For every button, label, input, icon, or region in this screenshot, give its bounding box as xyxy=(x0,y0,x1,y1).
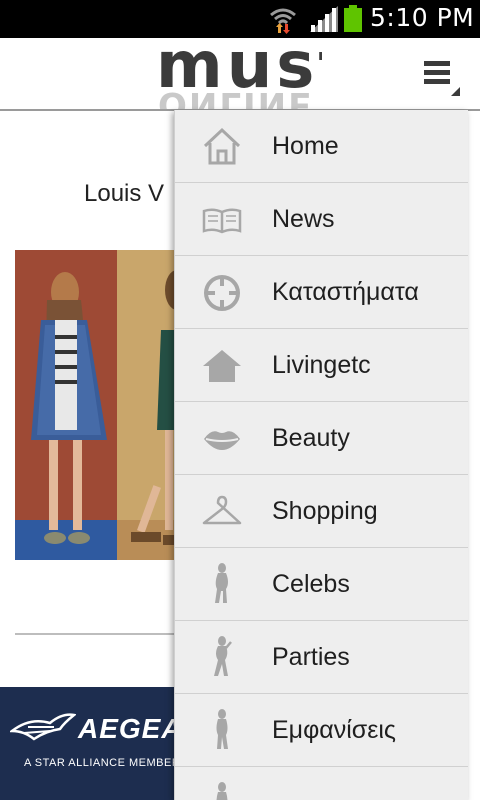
drawer-item-livingetc[interactable]: Livingetc xyxy=(175,329,468,402)
woman-silhouette-icon xyxy=(216,782,228,800)
drawer-item-label: News xyxy=(272,205,335,233)
drawer-item-stores[interactable]: Καταστήματα xyxy=(175,256,468,329)
navigation-drawer: Home News Καταστήματα Livingetc Beauty S… xyxy=(174,110,468,800)
drawer-item-beauty[interactable]: Beauty xyxy=(175,402,468,475)
crosshair-icon xyxy=(204,275,240,311)
battery-icon xyxy=(344,5,362,32)
house-icon xyxy=(203,350,241,382)
drawer-item-celebs[interactable]: Celebs xyxy=(175,548,468,621)
book-icon xyxy=(202,208,242,234)
drawer-item-label: Parties xyxy=(272,643,350,671)
woman-silhouette-icon xyxy=(216,709,228,749)
woman-silhouette-icon xyxy=(214,636,232,676)
drawer-item-label: Καταστήματα xyxy=(272,278,419,306)
drawer-item-appearances[interactable]: Εμφανίσεις xyxy=(175,694,468,767)
ad-tagline: A STAR ALLIANCE MEMBER xyxy=(24,757,181,769)
drawer-item-label: Beauty xyxy=(272,424,350,452)
drawer-item-parties[interactable]: Parties xyxy=(175,621,468,694)
content-divider xyxy=(15,633,180,635)
woman-silhouette-icon xyxy=(215,563,228,603)
drawer-item-news[interactable]: News xyxy=(175,183,468,256)
logo-reflection: ONLINE xyxy=(158,84,314,110)
drawer-item-label: Home xyxy=(272,132,339,160)
home-icon xyxy=(203,127,241,165)
hamburger-menu-icon[interactable] xyxy=(418,56,462,98)
drawer-item-label: Shopping xyxy=(272,497,378,525)
drawer-item-label: Livingetc xyxy=(272,351,371,379)
wifi-icon xyxy=(270,8,296,34)
drawer-item-label: Εμφανίσεις xyxy=(272,716,396,744)
status-bar: 5:10 PM xyxy=(0,0,480,38)
screen: 5:10 PM must ONLINE Louis V xyxy=(0,0,480,800)
status-time: 5:10 PM xyxy=(370,3,475,32)
must-logo[interactable]: must ONLINE xyxy=(156,40,322,110)
article-photo[interactable] xyxy=(15,250,185,560)
aegean-bird-logo xyxy=(10,713,76,741)
drawer-item-partial[interactable] xyxy=(175,767,468,800)
signal-icon xyxy=(310,6,338,32)
article-title[interactable]: Louis V xyxy=(84,180,164,208)
drawer-item-shopping[interactable]: Shopping xyxy=(175,475,468,548)
drawer-item-home[interactable]: Home xyxy=(175,110,468,183)
drawer-item-label: Celebs xyxy=(272,570,350,598)
lips-icon xyxy=(204,431,240,450)
hanger-icon xyxy=(202,495,242,525)
